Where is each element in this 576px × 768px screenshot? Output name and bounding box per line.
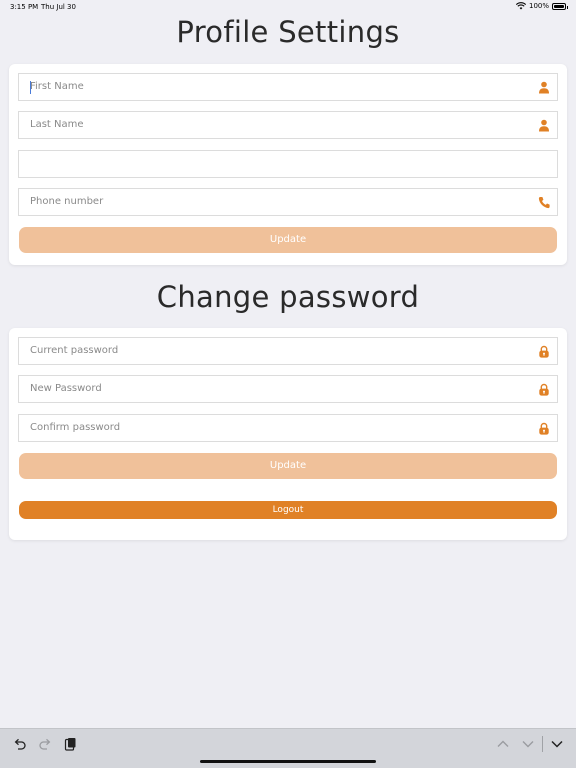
email-field[interactable] [18, 150, 558, 178]
current-password-placeholder: Current password [30, 345, 119, 356]
first-name-placeholder: First Name [30, 81, 84, 92]
first-name-field[interactable]: First Name [18, 73, 558, 101]
undo-icon[interactable] [13, 737, 27, 751]
battery-percent: 100% [528, 2, 549, 10]
redo-icon[interactable] [38, 737, 52, 751]
paste-icon[interactable] [63, 737, 77, 751]
user-icon [539, 119, 549, 132]
lock-icon [539, 383, 549, 396]
chevron-up-icon[interactable] [496, 737, 510, 751]
lock-icon [539, 422, 549, 435]
status-bar: 3:15 PM Thu Jul 30 100% [0, 0, 576, 14]
new-password-field[interactable]: New Password [18, 375, 558, 403]
wifi-icon [515, 2, 526, 10]
toolbar-divider [542, 736, 543, 752]
lock-icon [539, 345, 549, 358]
phone-icon [538, 197, 550, 209]
status-time: 3:15 PM [10, 3, 39, 11]
password-card: Current password New Password Confirm pa… [9, 328, 567, 540]
status-date: Thu Jul 30 [41, 3, 76, 11]
home-indicator [200, 760, 376, 763]
battery-icon [552, 2, 568, 10]
profile-title: Profile Settings [176, 15, 400, 49]
password-title: Change password [156, 280, 420, 314]
phone-field[interactable]: Phone number [18, 188, 558, 216]
profile-update-button[interactable]: Update [19, 227, 557, 253]
user-icon [539, 81, 549, 94]
confirm-password-field[interactable]: Confirm password [18, 414, 558, 442]
text-caret [30, 81, 31, 94]
last-name-placeholder: Last Name [30, 119, 84, 130]
chevron-down-icon[interactable] [521, 737, 535, 751]
password-update-button[interactable]: Update [19, 453, 557, 479]
new-password-placeholder: New Password [30, 383, 102, 394]
status-right: 100% [515, 2, 568, 10]
current-password-field[interactable]: Current password [18, 337, 558, 365]
phone-placeholder: Phone number [30, 196, 104, 207]
keyboard-dismiss-icon[interactable] [550, 737, 564, 751]
last-name-field[interactable]: Last Name [18, 111, 558, 139]
confirm-password-placeholder: Confirm password [30, 422, 121, 433]
logout-button[interactable]: Logout [19, 501, 557, 519]
profile-card: First Name Last Name Phone number Update [9, 64, 567, 265]
